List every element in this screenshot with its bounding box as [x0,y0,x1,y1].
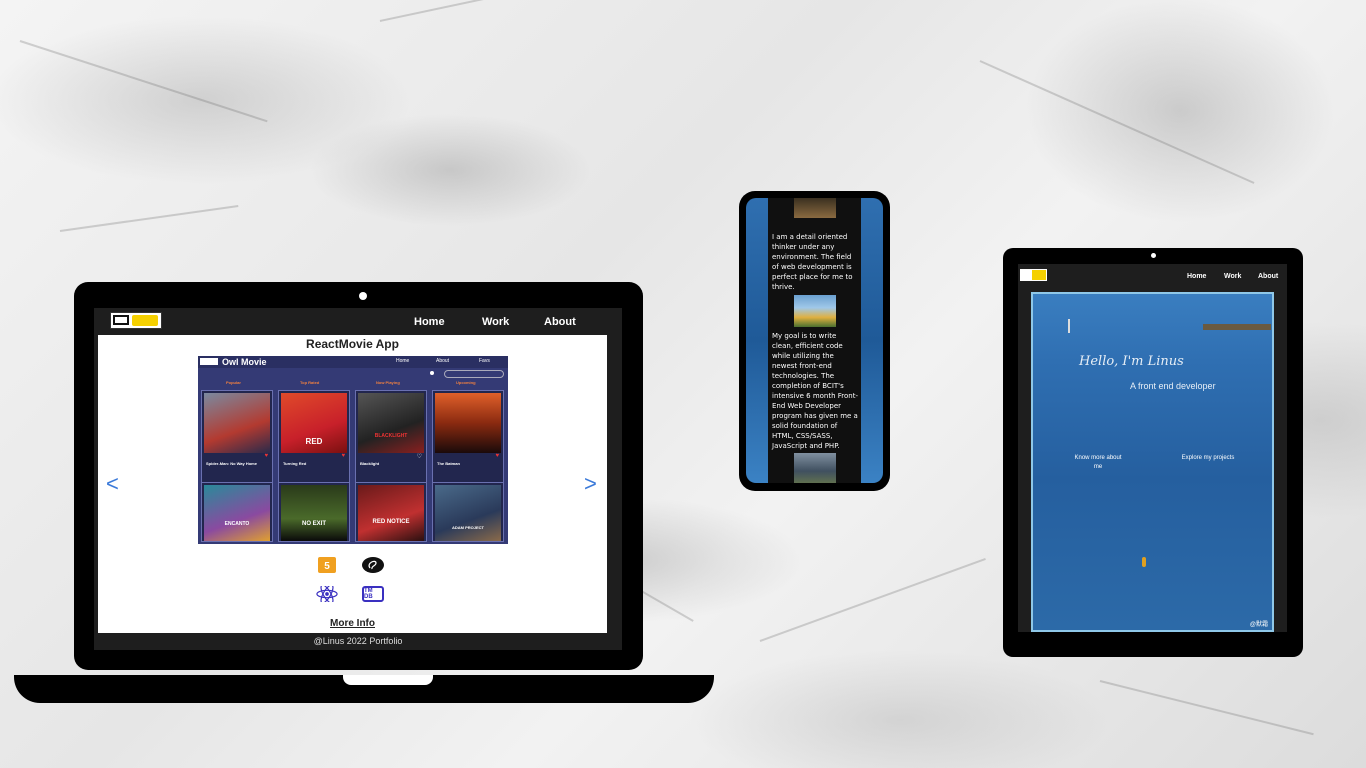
nav-work-link[interactable]: Work [1224,273,1241,280]
more-info-link[interactable]: More Info [98,618,607,629]
heart-icon: ♥ [341,453,345,459]
app-nav-favs: Favs [479,358,490,364]
heart-icon: ♥ [495,453,499,459]
hero-greeting: Hello, I'm Linus [1079,354,1184,369]
about-me-button[interactable]: Know more about me [1073,454,1123,472]
about-paragraph-2: My goal is to write clean, efficient cod… [772,332,858,450]
about-panel: I am a detail oriented thinker under any… [768,198,861,483]
app-nav-about: About [436,358,450,364]
about-photo [794,453,836,483]
nav-about-link[interactable]: About [544,316,576,328]
about-photo [794,295,836,327]
movie-card: ENCANTO [201,482,273,542]
app-category: Popular [226,380,241,385]
app-category: Top Rated [300,380,320,385]
movie-card: ♥ Spider-Man: No Way Home [201,390,273,486]
phone-frame: I am a detail oriented thinker under any… [739,191,890,491]
tmdb-icon: TM DB [362,586,384,602]
movie-card: RED NOTICE [355,482,427,542]
movie-poster: RED NOTICE [358,485,424,541]
poster-text: ADAM PROJECT [451,525,484,530]
movie-poster: ENCANTO [204,485,270,541]
marble-vein [19,40,268,123]
heart-icon: ♥ [264,453,268,459]
nav-home-link[interactable]: Home [1187,273,1206,280]
tablet-frame: Home Work About Hello, I'm Linus A front… [1003,248,1303,657]
app-header: Owl Movie Home About Favs [198,356,508,368]
movie-title: The Batman [437,461,460,466]
project-screenshot[interactable]: Owl Movie Home About Favs Popular Top Ra… [198,356,508,544]
kayak [1142,557,1146,567]
movie-card: RED ♥ Turning Red [278,390,350,486]
poster-text: NO EXIT [301,521,326,527]
marble-vein [59,204,239,232]
marble-vein [759,557,986,642]
marble-vein [379,0,596,22]
movie-title: Turning Red [283,461,307,466]
marble-vein [1099,680,1314,736]
app-search-input [444,370,504,378]
app-category: Now Playing [376,380,400,385]
next-arrow-icon[interactable]: > [584,471,597,497]
movie-poster: NO EXIT [281,485,347,541]
laptop-screen: Home Work About ReactMovie App < > Owl M… [94,308,622,650]
movie-card: ♥ The Batman [432,390,504,486]
html5-icon: 5 [316,557,338,573]
marble-vein [979,60,1255,184]
site-logo[interactable] [110,312,162,329]
movie-poster: ADAM PROJECT [435,485,501,541]
app-category: Upcoming [456,380,476,385]
movie-title: Spider-Man: No Way Home [206,461,257,466]
laptop-navbar: Home Work About [94,308,622,336]
movie-poster [435,393,501,453]
app-title: Owl Movie [222,357,267,367]
watermark-text: @默霜 [1249,622,1268,628]
nav-work-link[interactable]: Work [482,316,509,328]
movie-title: Blacklight [360,461,380,466]
hero-subtitle: A front end developer [1130,381,1216,391]
nav-about-link[interactable]: About [1258,273,1278,280]
nav-home-link[interactable]: Home [414,316,445,328]
tablet-camera [1151,253,1156,258]
react-icon [316,586,338,602]
poster-text: BLACKLIGHT [374,433,408,439]
project-title: ReactMovie App [306,337,399,351]
movie-card: BLACKLIGHT ♡ Blacklight [355,390,427,486]
prev-arrow-icon[interactable]: < [106,471,119,497]
projects-button[interactable]: Explore my projects [1181,454,1235,463]
about-photo [794,198,836,218]
hero-section: Hello, I'm Linus A front end developer K… [1031,292,1274,632]
footer-text: @Linus 2022 Portfolio [313,636,403,646]
movie-poster: BLACKLIGHT [358,393,424,453]
app-logo [200,358,218,365]
project-card: ReactMovie App < > Owl Movie Home About … [98,335,607,633]
tablet-screen: Home Work About Hello, I'm Linus A front… [1018,264,1287,632]
phone-screen: I am a detail oriented thinker under any… [746,198,883,483]
poster-text: RED NOTICE [372,519,410,525]
poster-text: RED [305,437,323,446]
movie-card: NO EXIT [278,482,350,542]
movie-poster: RED [281,393,347,453]
laptop-frame: Home Work About ReactMovie App < > Owl M… [74,282,643,670]
laptop-notch [343,675,433,685]
pier [1203,324,1271,330]
svg-text:5: 5 [324,561,330,572]
app-toggle-icon [430,371,434,375]
poster-text: ENCANTO [224,521,250,527]
app-nav-home: Home [396,358,410,364]
sass-icon [362,557,384,573]
movie-poster [204,393,270,453]
site-logo[interactable] [1020,269,1047,281]
laptop-camera [359,292,367,300]
movie-card: ADAM PROJECT [432,482,504,542]
heart-icon: ♡ [416,454,422,460]
about-paragraph-1: I am a detail oriented thinker under any… [772,233,853,291]
pole [1068,319,1070,333]
